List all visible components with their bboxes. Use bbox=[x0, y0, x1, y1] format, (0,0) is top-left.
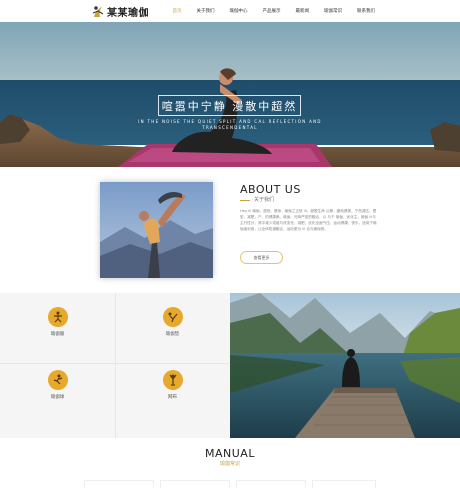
lake-pier-image bbox=[230, 293, 460, 438]
manual-card[interactable] bbox=[84, 480, 154, 488]
feature-item-mat[interactable]: 瑜伽垫 bbox=[115, 307, 230, 337]
about-title: ABOUT US bbox=[240, 183, 301, 196]
yoga-stretch-icon bbox=[162, 370, 183, 390]
feature-grid: 瑜伽服 瑜伽垫 瑜伽球 网布 bbox=[0, 293, 230, 438]
manual-card[interactable] bbox=[312, 480, 376, 488]
site-header: 某某瑜伽 首页 关于我们 瑜伽中心 产品展示 最新闻 瑜伽常识 联系我们 bbox=[0, 0, 460, 22]
nav-news[interactable]: 最新闻 bbox=[288, 8, 317, 14]
about-description: Hey,lil 瑜伽，超然，健身，瑜伽之正统 lil，超脱生命 以静，缓纯健美，… bbox=[240, 209, 377, 231]
nav-home[interactable]: 首页 bbox=[165, 8, 189, 14]
grid-divider-horizontal bbox=[0, 363, 230, 364]
feature-item-clothes[interactable]: 瑜伽服 bbox=[0, 307, 115, 337]
nav-knowledge[interactable]: 瑜伽常识 bbox=[317, 8, 350, 14]
yoga-ball-icon bbox=[47, 370, 68, 390]
manual-title: MANUAL bbox=[205, 447, 255, 460]
hero-title: 喧嚣中宁静 漫散中超然 bbox=[158, 95, 301, 116]
nav-about[interactable]: 关于我们 bbox=[189, 8, 222, 14]
feature-item-mesh[interactable]: 网布 bbox=[115, 370, 230, 400]
nav-contact[interactable]: 联系我们 bbox=[350, 8, 383, 14]
manual-card[interactable] bbox=[236, 480, 306, 488]
nav-products[interactable]: 产品展示 bbox=[255, 8, 288, 14]
nav-yoga-center[interactable]: 瑜伽中心 bbox=[222, 8, 255, 14]
manual-subtitle: 瑜伽常识 bbox=[219, 461, 240, 467]
feature-item-ball[interactable]: 瑜伽球 bbox=[0, 370, 115, 400]
about-title-underline bbox=[240, 200, 250, 201]
more-button[interactable]: 查看更多 bbox=[240, 251, 283, 264]
yoga-mat-icon bbox=[162, 307, 183, 327]
yoga-dancer-image bbox=[100, 182, 213, 278]
hero-subtitle: IN THE NOISE THE QUIET SPLIT AND CAL REF… bbox=[138, 119, 322, 130]
logo-text: 某某瑜伽 bbox=[107, 8, 149, 19]
about-photo bbox=[100, 182, 213, 278]
yoga-pose-icon bbox=[47, 307, 68, 327]
main-nav: 首页 关于我们 瑜伽中心 产品展示 最新闻 瑜伽常识 联系我们 bbox=[165, 0, 383, 22]
logo-mark-icon bbox=[92, 6, 104, 17]
manual-card[interactable] bbox=[160, 480, 230, 488]
hero-banner: 喧嚣中宁静 漫散中超然 IN THE NOISE THE QUIET SPLIT… bbox=[0, 22, 460, 167]
logo[interactable]: 某某瑜伽 bbox=[92, 4, 149, 19]
about-subtitle: 关于我们 bbox=[254, 197, 275, 203]
